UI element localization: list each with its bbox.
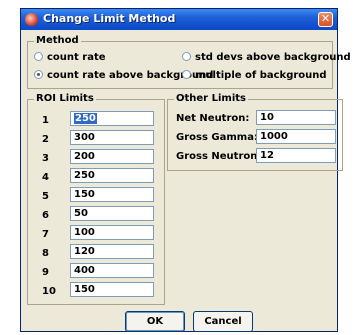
- roi-2-input[interactable]: 300: [70, 130, 154, 145]
- other-limits-group: Other Limits Net Neutron: 10 Gross Gamma…: [167, 93, 343, 171]
- roi-5-input[interactable]: 150: [70, 187, 154, 202]
- roi-1-input[interactable]: 250: [70, 111, 154, 126]
- radio-count-rate[interactable]: count rate: [34, 51, 106, 64]
- gross-gamma-input[interactable]: 1000: [256, 129, 336, 144]
- roi-3-input[interactable]: 200: [70, 149, 154, 164]
- radio-label: count rate: [47, 52, 106, 63]
- roi-8-input[interactable]: 120: [70, 244, 154, 259]
- cancel-button[interactable]: Cancel: [193, 311, 253, 332]
- roi-4-input[interactable]: 250: [70, 168, 154, 183]
- title-bar[interactable]: Change Limit Method ✕: [21, 9, 337, 30]
- roi-10-input[interactable]: 150: [70, 282, 154, 297]
- roi-number-label: 2: [42, 134, 49, 145]
- method-group: Method count rate std devs above backgro…: [27, 35, 351, 89]
- radio-button-selected-icon[interactable]: [34, 69, 43, 79]
- app-icon: [25, 13, 38, 26]
- radio-std-devs-above-background[interactable]: std devs above background: [182, 51, 351, 64]
- roi-number-label: 4: [42, 172, 49, 183]
- radio-button-icon[interactable]: [34, 51, 43, 61]
- roi-7-input[interactable]: 100: [70, 225, 154, 240]
- roi-1-value: 250: [74, 113, 97, 124]
- radio-multiple-of-background[interactable]: multiple of background: [182, 69, 327, 82]
- roi-number-label: 7: [42, 229, 49, 240]
- roi-number-label: 10: [42, 286, 56, 297]
- close-button[interactable]: ✕: [318, 12, 333, 27]
- roi-6-input[interactable]: 50: [70, 206, 154, 221]
- method-legend: Method: [34, 35, 81, 47]
- other-limits-legend: Other Limits: [174, 93, 248, 105]
- window-title: Change Limit Method: [43, 12, 176, 25]
- roi-limits-legend: ROI Limits: [34, 93, 96, 105]
- change-limit-method-dialog: Change Limit Method ✕ Method count rate …: [20, 8, 351, 332]
- radio-label: multiple of background: [195, 70, 327, 81]
- ok-button[interactable]: OK: [125, 311, 185, 332]
- radio-label: std devs above background: [195, 52, 351, 63]
- net-neutron-label: Net Neutron:: [176, 113, 250, 124]
- gross-neutron-label: Gross Neutron:: [176, 151, 262, 162]
- roi-number-label: 5: [42, 191, 49, 202]
- close-icon: ✕: [320, 12, 331, 25]
- roi-number-label: 1: [42, 115, 49, 126]
- roi-number-label: 3: [42, 153, 49, 164]
- roi-number-label: 6: [42, 210, 49, 221]
- roi-9-input[interactable]: 400: [70, 263, 154, 278]
- radio-button-icon[interactable]: [182, 69, 191, 79]
- radio-button-icon[interactable]: [182, 51, 191, 61]
- roi-number-label: 8: [42, 248, 49, 259]
- gross-gamma-label: Gross Gamma:: [176, 132, 258, 143]
- net-neutron-input[interactable]: 10: [256, 110, 336, 125]
- gross-neutron-input[interactable]: 12: [256, 148, 336, 163]
- roi-limits-group: ROI Limits 1 250 2 300 3 200 4 250 5 150…: [27, 93, 165, 305]
- roi-number-label: 9: [42, 267, 49, 278]
